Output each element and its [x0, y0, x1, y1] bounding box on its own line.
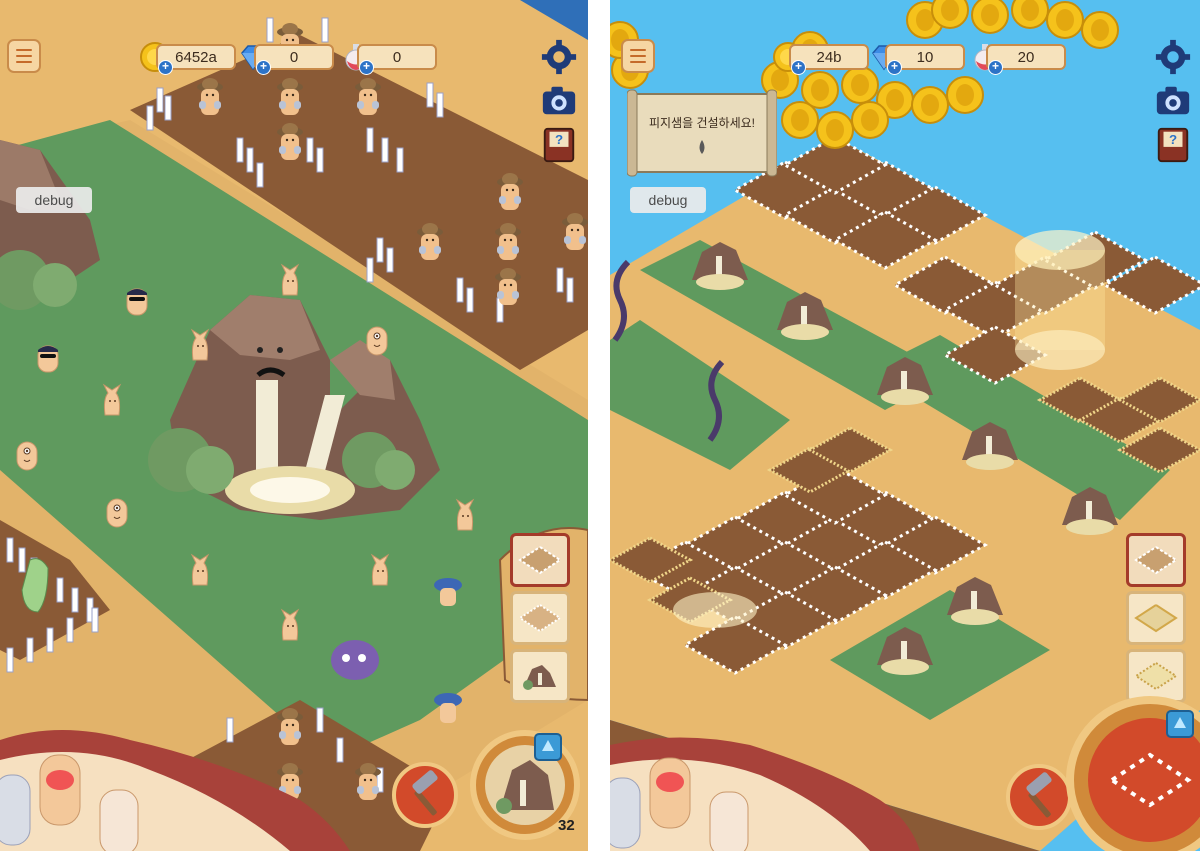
quest-text: 피지샘을 건설하세요!: [648, 116, 756, 130]
rock-fountain-icon: [523, 665, 556, 690]
build-hammer-button[interactable]: [392, 762, 458, 828]
gold-counter: 6452a +: [140, 42, 240, 75]
add-gems-button[interactable]: +: [256, 60, 271, 75]
potion-counter: 20 +: [970, 42, 1070, 75]
left-world-map[interactable]: [0, 0, 588, 851]
gem-counter: 0 +: [238, 42, 338, 75]
arrow-up-icon[interactable]: [534, 733, 562, 761]
item-count: 32: [558, 817, 575, 834]
gem-counter: 10 +: [869, 42, 969, 75]
field-plot-icon: [1134, 604, 1178, 633]
right-game-screen: 피지샘을 건설하세요! 24b + 10 + 20 + ? debug: [610, 0, 1200, 851]
hamburger-menu-icon: [630, 49, 646, 63]
debug-button[interactable]: debug: [16, 187, 92, 213]
potion-counter: 0 +: [341, 42, 441, 75]
add-potions-button[interactable]: +: [359, 60, 374, 75]
add-potions-button[interactable]: +: [988, 60, 1003, 75]
gold-counter: 24b +: [773, 42, 873, 75]
quest-scroll[interactable]: [627, 88, 777, 178]
build-slot-fence-plot[interactable]: [510, 533, 570, 587]
left-game-screen: 6452a + 0 + 0 + ? debug 32: [0, 0, 588, 851]
build-slot-fence-plot[interactable]: [1126, 533, 1186, 587]
gear-icon[interactable]: [1154, 38, 1192, 76]
camera-icon[interactable]: [1154, 82, 1192, 120]
gear-icon[interactable]: [540, 38, 578, 76]
build-slot-fence-plot-round[interactable]: [510, 591, 570, 645]
arrow-up-icon[interactable]: [1166, 710, 1194, 738]
build-menu: [1126, 533, 1186, 707]
add-gold-button[interactable]: +: [791, 60, 806, 75]
fence-plot-icon: [1134, 546, 1178, 575]
camera-icon[interactable]: [540, 82, 578, 120]
menu-button[interactable]: [7, 39, 41, 73]
hay-plot-icon: [1134, 662, 1178, 691]
add-gems-button[interactable]: +: [887, 60, 902, 75]
debug-button[interactable]: debug: [630, 187, 706, 213]
add-gold-button[interactable]: +: [158, 60, 173, 75]
svg-text:?: ?: [1169, 132, 1177, 147]
menu-button[interactable]: [621, 39, 655, 73]
svg-text:?: ?: [555, 132, 563, 147]
build-slot-field-plot[interactable]: [1126, 591, 1186, 645]
fence-plot-icon: [518, 604, 562, 633]
build-menu: [510, 533, 570, 707]
fence-plot-icon: [518, 546, 562, 575]
build-slot-rock-fountain[interactable]: [510, 649, 570, 703]
help-book-icon[interactable]: ?: [540, 126, 578, 164]
hamburger-menu-icon: [16, 49, 32, 63]
help-book-icon[interactable]: ?: [1154, 126, 1192, 164]
